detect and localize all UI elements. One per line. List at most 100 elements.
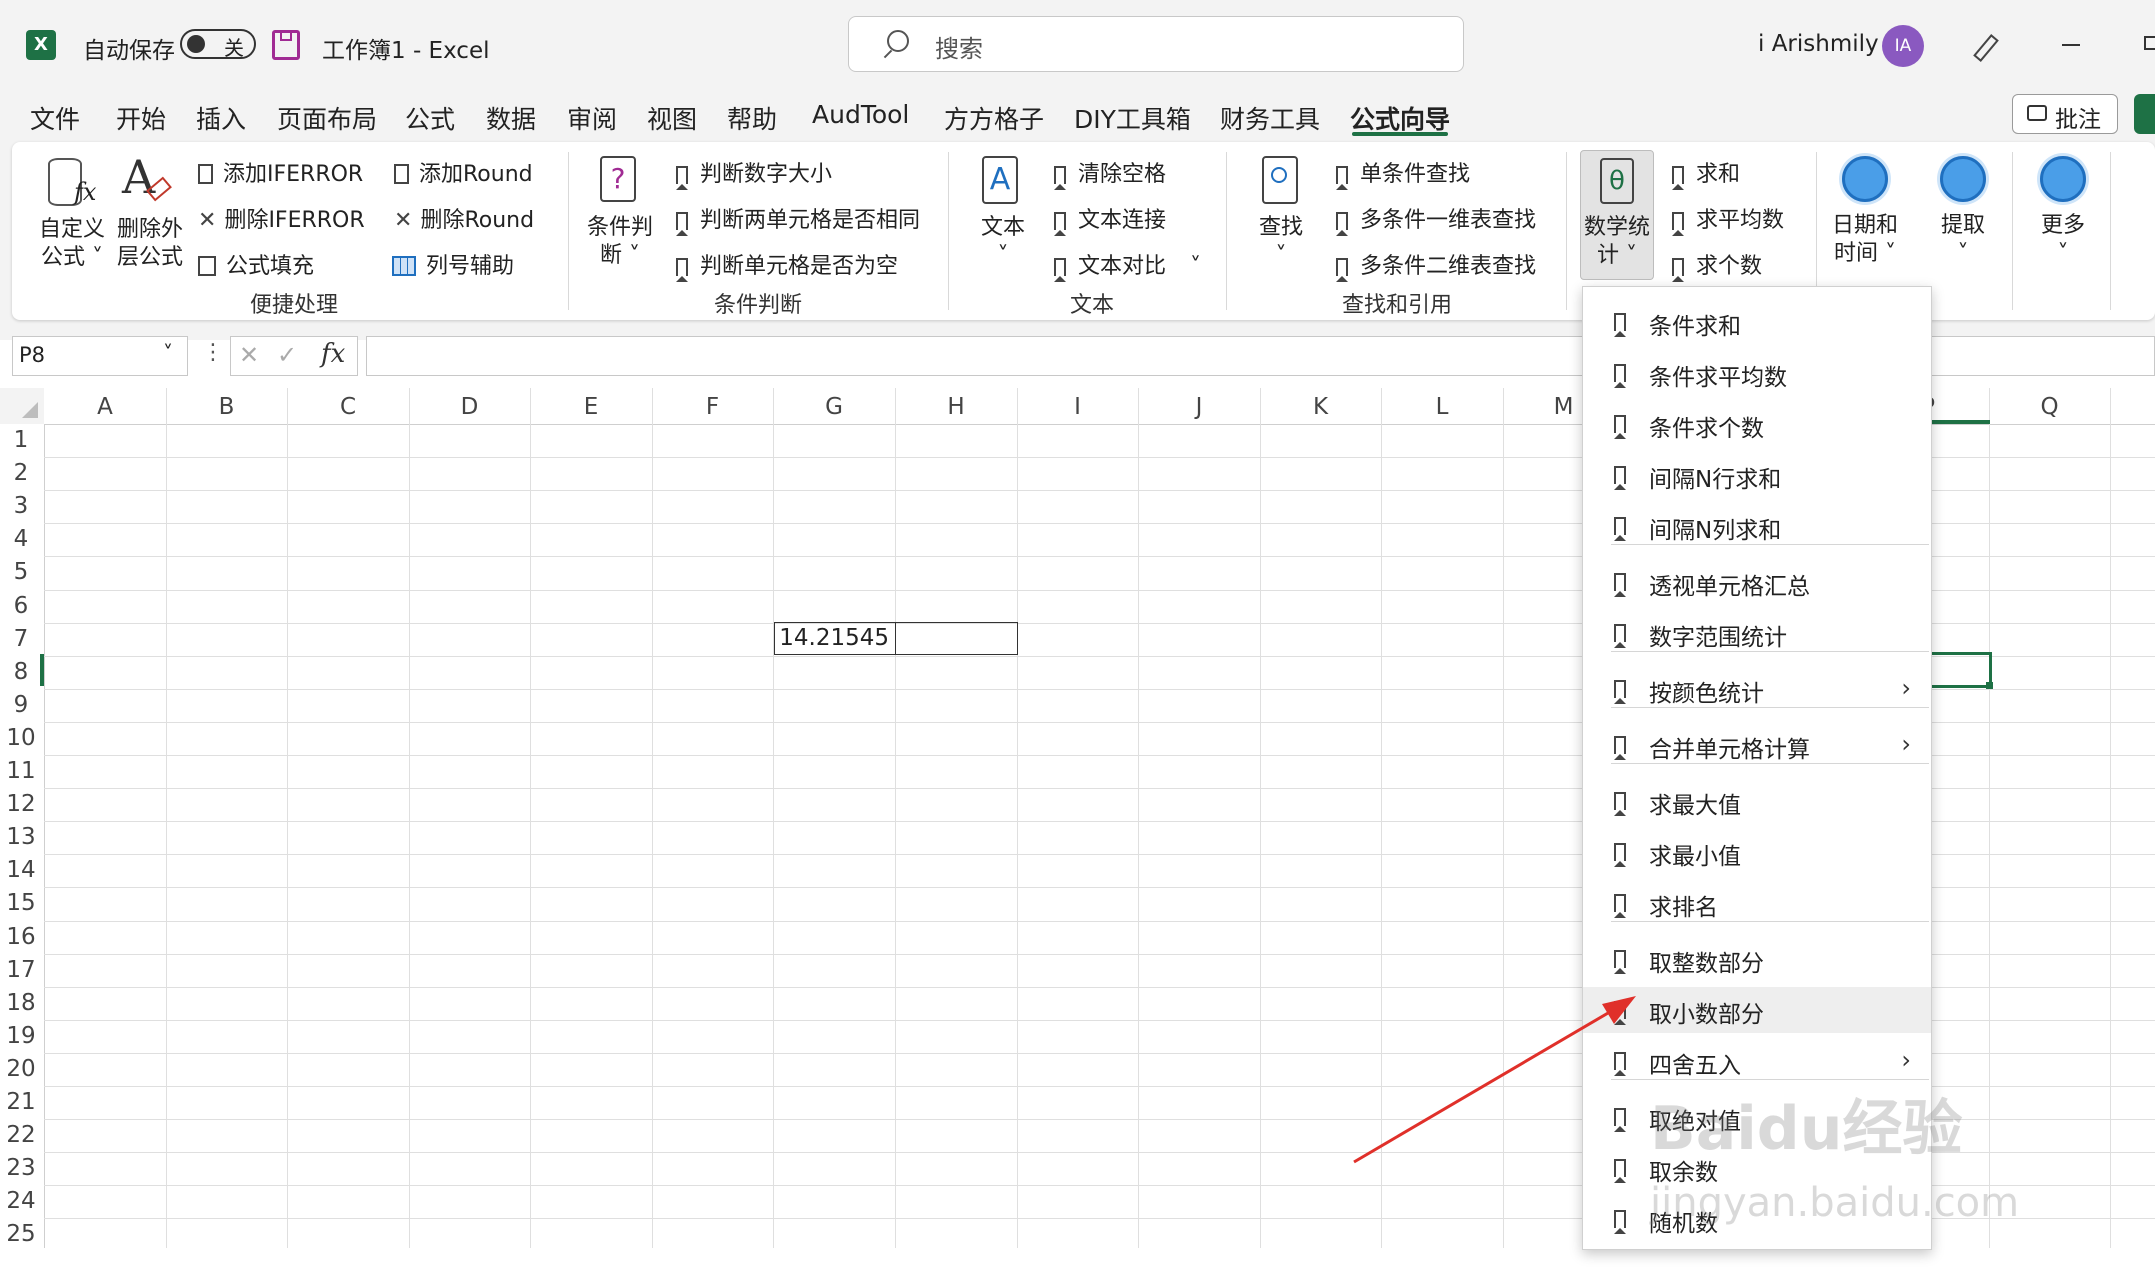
menu-item[interactable]: 透视单元格汇总 [1583, 559, 1931, 605]
row-header-6[interactable]: 6 [0, 590, 42, 623]
row-header-15[interactable]: 15 [0, 887, 42, 920]
datetime-button[interactable]: 日期和 时间 ˅ [1822, 212, 1908, 268]
row-header-18[interactable]: 18 [0, 987, 42, 1020]
remove-iferror-button[interactable]: ✕ 删除IFERROR [198, 202, 365, 234]
menu-item[interactable]: 条件求平均数 [1583, 350, 1931, 396]
tab-help[interactable]: 帮助 [727, 100, 777, 136]
tab-review[interactable]: 审阅 [567, 100, 617, 136]
menu-item[interactable]: 取整数部分 [1583, 936, 1931, 982]
enter-icon[interactable]: ✓ [277, 341, 297, 369]
clear-spaces-button[interactable]: 清除空格 [1054, 156, 1166, 190]
column-header-a[interactable]: A [44, 388, 166, 424]
text-join-button[interactable]: 文本连接 [1054, 202, 1166, 236]
pen-icon[interactable] [1973, 32, 2005, 62]
menu-item[interactable]: 求排名 [1583, 880, 1931, 926]
name-box[interactable]: P8 ˅ [12, 336, 188, 376]
row-header-5[interactable]: 5 [0, 556, 42, 589]
row-header-8[interactable]: 8 [0, 656, 42, 689]
column-header-i[interactable]: I [1017, 388, 1138, 424]
multi-1d-lookup-button[interactable]: 多条件一维表查找 [1336, 202, 1536, 236]
column-header-j[interactable]: J [1138, 388, 1260, 424]
row-header-23[interactable]: 23 [0, 1152, 42, 1185]
row-header-20[interactable]: 20 [0, 1053, 42, 1086]
save-icon[interactable] [272, 30, 300, 60]
row-header-10[interactable]: 10 [0, 722, 42, 755]
column-header-g[interactable]: G [773, 388, 895, 424]
row-header-24[interactable]: 24 [0, 1185, 42, 1218]
column-header-f[interactable]: F [652, 388, 773, 424]
row-header-16[interactable]: 16 [0, 921, 42, 954]
row-header-12[interactable]: 12 [0, 788, 42, 821]
excel-logo-icon[interactable]: X [26, 30, 56, 60]
text-compare-button[interactable]: 文本对比 ˅ [1054, 248, 1201, 282]
row-header-17[interactable]: 17 [0, 954, 42, 987]
tab-fangfang[interactable]: 方方格子 [944, 100, 1044, 136]
remove-outer-formula-button[interactable]: 删除外 层公式 [110, 216, 190, 272]
row-header-25[interactable]: 25 [0, 1218, 42, 1248]
menu-item[interactable]: 求最大值 [1583, 778, 1931, 824]
search-box[interactable]: 搜索 [848, 16, 1464, 72]
row-header-9[interactable]: 9 [0, 689, 42, 722]
cancel-icon[interactable]: ✕ [239, 341, 259, 369]
avatar[interactable]: IA [1882, 25, 1924, 67]
row-header-14[interactable]: 14 [0, 854, 42, 887]
single-lookup-button[interactable]: 单条件查找 [1336, 156, 1470, 190]
row-header-4[interactable]: 4 [0, 523, 42, 556]
menu-item[interactable]: 按颜色统计 › [1583, 666, 1931, 712]
menu-item[interactable]: 条件求和 [1583, 299, 1931, 345]
tab-page-layout[interactable]: 页面布局 [277, 100, 377, 136]
tab-insert[interactable]: 插入 [196, 100, 246, 136]
judge-number-size-button[interactable]: 判断数字大小 [676, 156, 832, 190]
tab-audtool[interactable]: AudTool [812, 100, 909, 129]
fill-formula-button[interactable]: 公式填充 [198, 248, 314, 280]
column-header-b[interactable]: B [166, 388, 287, 424]
row-header-2[interactable]: 2 [0, 457, 42, 490]
row-header-3[interactable]: 3 [0, 490, 42, 523]
row-header-7[interactable]: 7 [0, 623, 42, 656]
user-name[interactable]: i Arishmily [1758, 31, 1879, 57]
extract-button[interactable]: 提取 ˅ [1928, 212, 1998, 268]
menu-item[interactable]: 数字范围统计 [1583, 610, 1931, 656]
count-button[interactable]: 求个数 [1672, 248, 1762, 282]
row-header-11[interactable]: 11 [0, 755, 42, 788]
average-button[interactable]: 求平均数 [1672, 202, 1784, 236]
menu-item[interactable]: 间隔N行求和 [1583, 452, 1931, 498]
row-header-21[interactable]: 21 [0, 1086, 42, 1119]
comment-button[interactable]: 批注 [2012, 94, 2118, 134]
row-header-19[interactable]: 19 [0, 1020, 42, 1053]
column-helper-button[interactable]: 列号辅助 [392, 248, 514, 280]
row-header-22[interactable]: 22 [0, 1119, 42, 1152]
autosave-toggle[interactable]: 关 [180, 29, 256, 60]
text-button[interactable]: 文本 ˅ [970, 214, 1036, 270]
cell-g7[interactable]: 14.21545 [774, 622, 896, 655]
menu-item[interactable]: 合并单元格计算 › [1583, 722, 1931, 768]
add-round-button[interactable]: 添加Round [394, 156, 533, 188]
column-header-c[interactable]: C [287, 388, 409, 424]
tab-data[interactable]: 数据 [486, 100, 536, 136]
more-options-icon[interactable]: ⋮ [202, 340, 224, 365]
tab-home[interactable]: 开始 [116, 100, 166, 136]
column-header-h[interactable]: H [895, 388, 1017, 424]
row-header-1[interactable]: 1 [0, 424, 42, 457]
row-header-13[interactable]: 13 [0, 821, 42, 854]
menu-item[interactable]: 求最小值 [1583, 829, 1931, 875]
menu-item[interactable]: 间隔N列求和 [1583, 503, 1931, 549]
custom-formula-button[interactable]: 自定义 公式 ˅ [30, 216, 114, 272]
add-iferror-button[interactable]: 添加IFERROR [198, 156, 363, 188]
column-header-d[interactable]: D [409, 388, 530, 424]
column-header-q[interactable]: Q [1989, 388, 2110, 424]
minimize-icon[interactable] [2062, 44, 2080, 46]
judge-cell-empty-button[interactable]: 判断单元格是否为空 [676, 248, 898, 282]
lookup-button[interactable]: 查找 ˅ [1248, 214, 1314, 270]
tab-formula-wizard[interactable]: 公式向导 [1350, 100, 1450, 136]
tab-diy-toolbox[interactable]: DIY工具箱 [1074, 100, 1191, 136]
judge-cells-same-button[interactable]: 判断两单元格是否相同 [676, 202, 920, 236]
multi-2d-lookup-button[interactable]: 多条件二维表查找 [1336, 248, 1536, 282]
fill-handle[interactable] [1986, 682, 1993, 689]
column-header-e[interactable]: E [530, 388, 652, 424]
restore-icon[interactable] [2144, 36, 2155, 50]
share-button[interactable] [2134, 94, 2155, 134]
tab-formulas[interactable]: 公式 [405, 100, 455, 136]
tab-view[interactable]: 视图 [647, 100, 697, 136]
tab-finance-tools[interactable]: 财务工具 [1220, 100, 1320, 136]
